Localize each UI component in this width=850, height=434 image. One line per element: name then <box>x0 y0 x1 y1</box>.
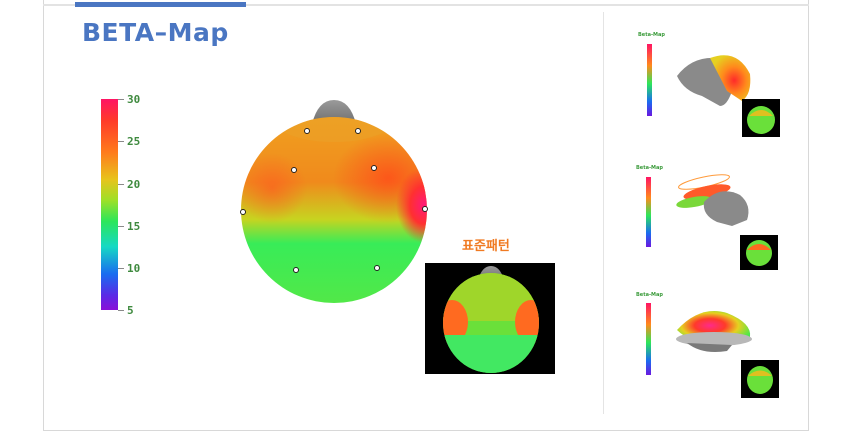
beta-map-thumbnail-dome <box>646 303 779 398</box>
standard-pattern-label: 표준패턴 <box>462 239 510 254</box>
beta-map-thumbnail-side <box>647 44 780 137</box>
beta-map-thumbnail-layers <box>646 174 778 270</box>
